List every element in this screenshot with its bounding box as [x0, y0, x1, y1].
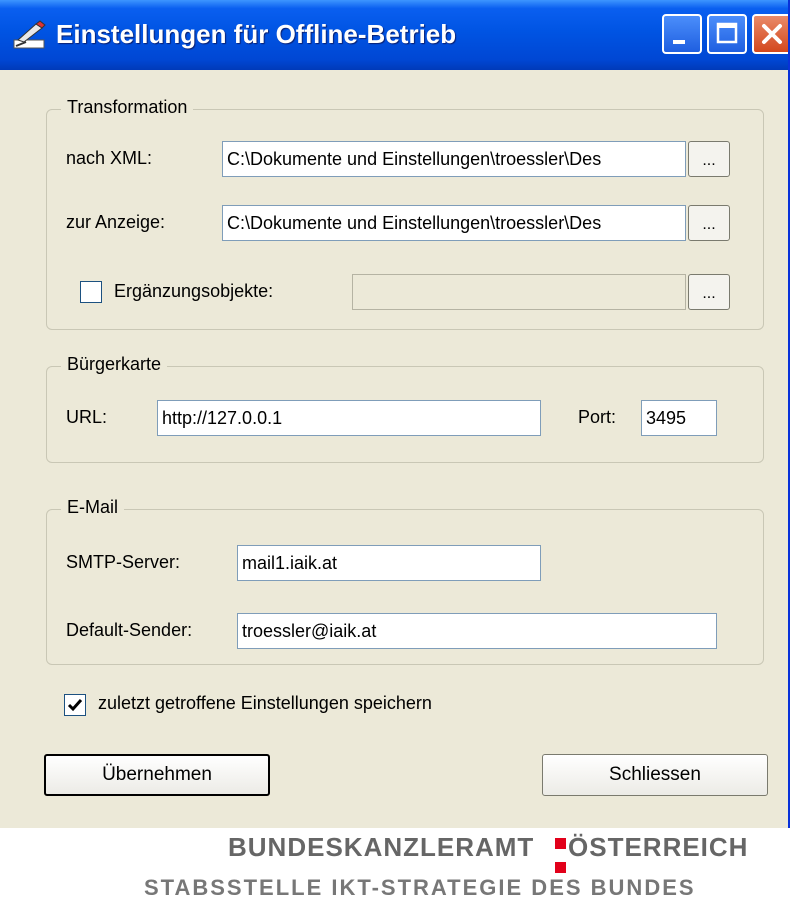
smtp-server-input[interactable]: mail1.iaik.at — [237, 545, 541, 581]
close-window-button[interactable] — [752, 14, 788, 54]
checkmark-icon — [67, 699, 83, 712]
ergaenzung-browse-button[interactable]: ... — [688, 274, 730, 310]
footer-stabsstelle: STABSSTELLE IKT-STRATEGIE DES BUNDES — [144, 875, 696, 900]
default-sender-label: Default-Sender: — [66, 620, 193, 640]
pen-edit-icon — [12, 20, 46, 50]
email-legend: E-Mail — [61, 497, 125, 518]
save-settings-label: zuletzt getroffene Einstellungen speiche… — [98, 693, 432, 713]
save-settings-checkbox[interactable] — [64, 694, 86, 716]
url-label: URL: — [66, 407, 108, 427]
nach-xml-label: nach XML: — [66, 148, 153, 168]
port-label: Port: — [578, 407, 617, 427]
footer-oesterreich: ÖSTERREICH — [568, 832, 749, 862]
url-input[interactable]: http://127.0.0.1 — [157, 400, 541, 436]
buergerkarte-legend: Bürgerkarte — [61, 354, 168, 375]
footer-bundeskanzleramt: BUNDESKANZLERAMT — [228, 832, 535, 862]
minimize-button[interactable] — [662, 14, 702, 54]
window-title: Einstellungen für Offline-Betrieb — [56, 19, 457, 49]
nach-xml-path-input[interactable]: C:\Dokumente und Einstellungen\troessler… — [222, 141, 686, 177]
apply-button[interactable]: Übernehmen — [44, 754, 270, 796]
transformation-legend: Transformation — [61, 97, 194, 118]
zur-anzeige-path-input[interactable]: C:\Dokumente und Einstellungen\troessler… — [222, 205, 686, 241]
nach-xml-browse-button[interactable]: ... — [688, 141, 730, 177]
default-sender-input[interactable]: troessler@iaik.at — [237, 613, 717, 649]
ergaenzung-checkbox[interactable] — [80, 281, 102, 303]
close-button[interactable]: Schliessen — [542, 754, 768, 796]
austria-flag-mark-icon — [555, 838, 566, 873]
ergaenzung-path-input[interactable] — [352, 274, 686, 310]
title-bar[interactable]: Einstellungen für Offline-Betrieb — [0, 0, 788, 70]
maximize-button[interactable] — [707, 14, 747, 54]
settings-window: Einstellungen für Offline-Betrieb Transf… — [0, 0, 790, 828]
zur-anzeige-browse-button[interactable]: ... — [688, 205, 730, 241]
ergaenzung-label: Ergänzungsobjekte: — [114, 281, 274, 301]
smtp-server-label: SMTP-Server: — [66, 552, 181, 572]
zur-anzeige-label: zur Anzeige: — [66, 212, 166, 232]
port-input[interactable]: 3495 — [641, 400, 717, 436]
